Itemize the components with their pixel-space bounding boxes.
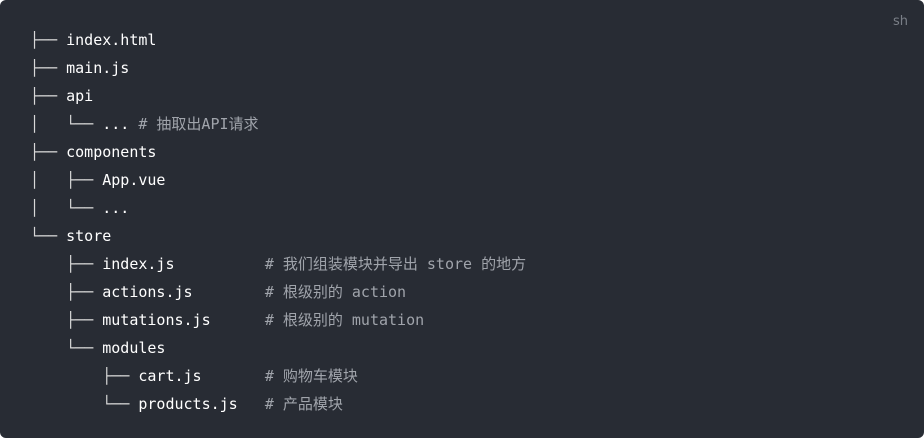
- file-name: api: [66, 87, 94, 105]
- tree-branch: └──: [30, 339, 103, 357]
- tree-branch: │ └──: [30, 199, 103, 217]
- file-name: components: [66, 143, 157, 161]
- file-name: cart.js: [138, 367, 202, 385]
- tree-branch: └──: [30, 395, 139, 413]
- code-line: │ ├── App.vue: [30, 166, 526, 194]
- tree-branch: ├──: [30, 143, 67, 161]
- spacing: [202, 367, 265, 385]
- tree-branch: │ ├──: [30, 171, 103, 189]
- code-line: └── modules: [30, 334, 526, 362]
- tree-branch: ├──: [30, 367, 139, 385]
- code-line: ├── index.html: [30, 26, 526, 54]
- tree-branch: └──: [30, 227, 67, 245]
- comment: # 根级别的 mutation: [264, 311, 425, 329]
- tree-branch: ├──: [30, 87, 67, 105]
- file-name: ...: [102, 199, 130, 217]
- comment: # 产品模块: [264, 395, 343, 413]
- file-name: modules: [102, 339, 166, 357]
- code-line: ├── index.js # 我们组装模块并导出 store 的地方: [30, 250, 526, 278]
- code-content: ├── index.html ├── main.js ├── api │ └── ..…: [30, 26, 526, 418]
- code-line: ├── components: [30, 138, 526, 166]
- tree-branch: ├──: [30, 59, 67, 77]
- file-name: mutations.js: [102, 311, 211, 329]
- spacing: [193, 283, 265, 301]
- comment: # 我们组装模块并导出 store 的地方: [264, 255, 527, 273]
- file-name: actions.js: [102, 283, 193, 301]
- language-label: sh: [892, 14, 908, 29]
- file-name: ...: [102, 115, 130, 133]
- file-name: store: [66, 227, 112, 245]
- code-block: sh ├── index.html ├── main.js ├── api │ └──…: [0, 0, 924, 438]
- tree-branch: ├──: [30, 283, 103, 301]
- comment: # 抽取出API请求: [138, 115, 259, 133]
- spacing: [238, 395, 265, 413]
- comment: # 根级别的 action: [264, 283, 407, 301]
- code-line: └── store: [30, 222, 526, 250]
- code-line: └── products.js # 产品模块: [30, 390, 526, 418]
- code-line: ├── actions.js # 根级别的 action: [30, 278, 526, 306]
- spacing: [175, 255, 265, 273]
- file-name: index.html: [66, 31, 157, 49]
- tree-branch: ├──: [30, 255, 103, 273]
- code-line: ├── mutations.js # 根级别的 mutation: [30, 306, 526, 334]
- tree-branch: ├──: [30, 311, 103, 329]
- code-line: ├── api: [30, 82, 526, 110]
- code-line: │ └── ... # 抽取出API请求: [30, 110, 526, 138]
- tree-branch: ├──: [30, 31, 67, 49]
- file-name: App.vue: [102, 171, 166, 189]
- file-name: products.js: [138, 395, 238, 413]
- file-name: main.js: [66, 59, 130, 77]
- code-line: │ └── ...: [30, 194, 526, 222]
- comment: # 购物车模块: [264, 367, 358, 385]
- code-line: ├── cart.js # 购物车模块: [30, 362, 526, 390]
- code-line: ├── main.js: [30, 54, 526, 82]
- spacing: [211, 311, 265, 329]
- file-name: index.js: [102, 255, 175, 273]
- tree-branch: │ └──: [30, 115, 103, 133]
